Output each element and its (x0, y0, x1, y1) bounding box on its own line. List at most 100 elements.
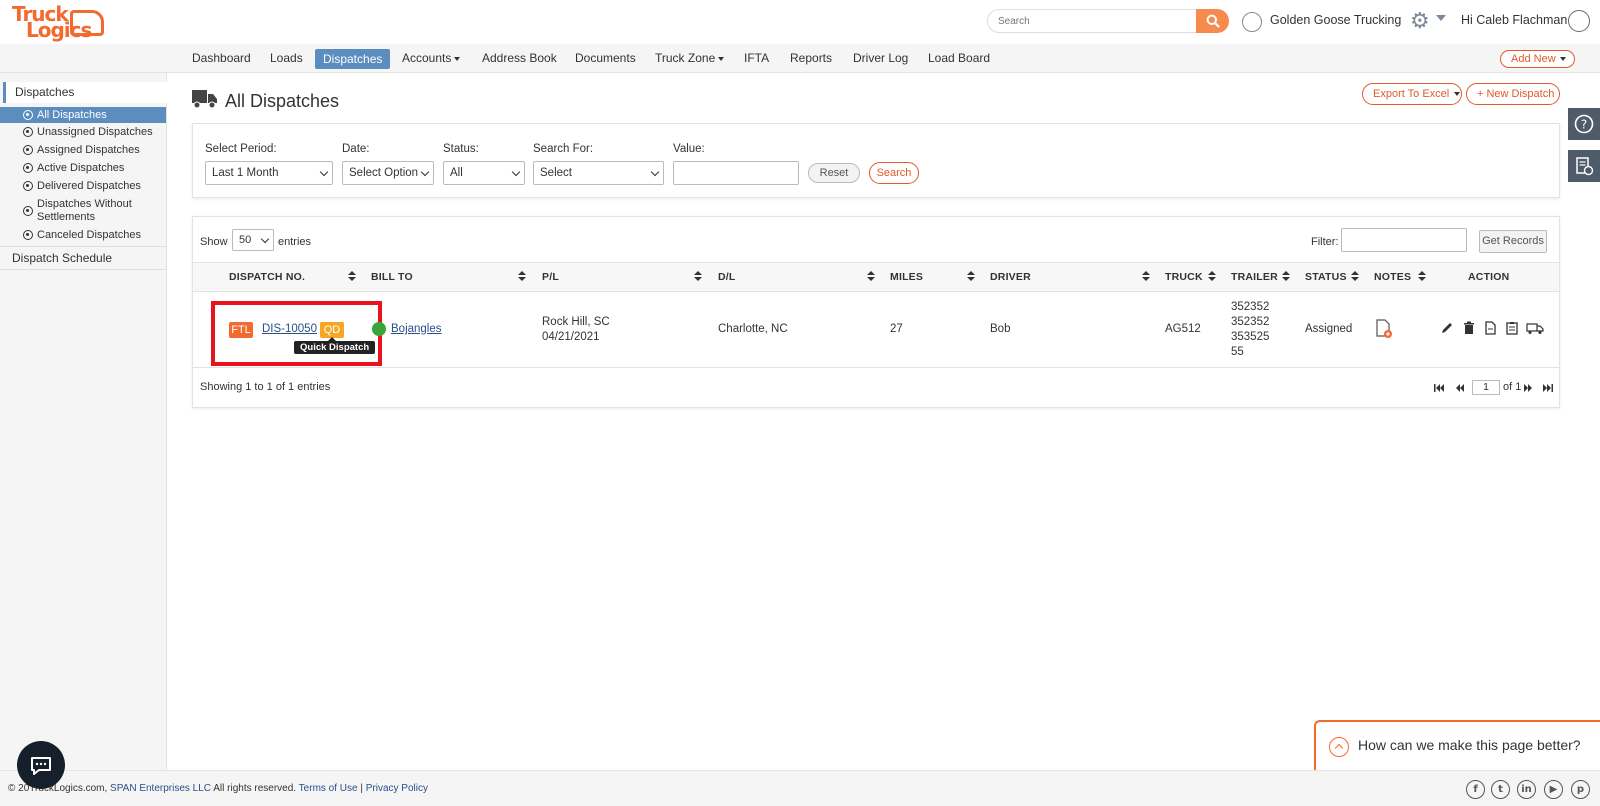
document-icon[interactable] (1483, 321, 1497, 335)
filter-panel: Select Period: Last 1 Month Date: Select… (192, 123, 1560, 198)
table-filter-input[interactable] (1341, 228, 1467, 252)
sidebar-section-dispatches[interactable]: Dispatches (3, 82, 167, 103)
sidebar-item-dispatch-schedule[interactable]: Dispatch Schedule (0, 246, 166, 270)
sidebar-item-assigned[interactable]: Assigned Dispatches (0, 144, 166, 157)
add-note-icon[interactable] (1375, 319, 1393, 339)
user-greeting[interactable]: Hi Caleb Flachman (1461, 13, 1567, 27)
col-pl[interactable]: P/L (542, 271, 559, 283)
global-search (987, 9, 1229, 33)
nav-loads[interactable]: Loads (270, 50, 303, 70)
privacy-link[interactable]: Privacy Policy (366, 783, 428, 794)
entries-select[interactable]: 50 (232, 229, 274, 251)
date-select[interactable]: Select Option (342, 161, 434, 185)
clipboard-icon[interactable] (1505, 321, 1519, 335)
terms-link[interactable]: Terms of Use (299, 783, 358, 794)
search-for-select[interactable]: Select (533, 161, 664, 185)
user-avatar-icon[interactable] (1568, 10, 1590, 32)
dispatch-truck-icon[interactable] (1526, 321, 1544, 335)
search-input[interactable] (987, 9, 1197, 33)
period-select[interactable]: Last 1 Month (205, 161, 333, 185)
col-miles[interactable]: MILES (890, 271, 923, 283)
sort-icon[interactable] (1351, 271, 1359, 283)
trailer-line: 353525 (1231, 331, 1270, 343)
col-dl[interactable]: D/L (718, 271, 736, 283)
edit-icon[interactable] (1440, 321, 1454, 335)
span-enterprises-link[interactable]: SPAN Enterprises LLC (110, 783, 211, 794)
next-page-icon[interactable] (1522, 382, 1534, 394)
sort-icon[interactable] (1142, 271, 1150, 283)
add-new-button[interactable]: Add New (1500, 50, 1575, 68)
feedback-widget[interactable]: How can we make this page better? (1314, 720, 1600, 770)
get-records-button[interactable]: Get Records (1479, 230, 1547, 253)
first-page-icon[interactable] (1433, 382, 1445, 394)
linkedin-icon[interactable]: in (1517, 780, 1536, 799)
help-icon: ? (1574, 114, 1594, 134)
sort-icon[interactable] (967, 271, 975, 283)
nav-dashboard[interactable]: Dashboard (192, 50, 251, 70)
col-notes[interactable]: NOTES (1374, 271, 1411, 283)
sort-icon[interactable] (1282, 271, 1290, 283)
company-building-icon[interactable] (1242, 12, 1262, 32)
gear-icon[interactable]: ⚙ (1410, 10, 1432, 32)
col-bill-to[interactable]: BILL TO (371, 271, 413, 283)
bill-to-link[interactable]: Bojangles (391, 323, 442, 335)
sidebar-item-without-settlements[interactable]: Dispatches Without Settlements (0, 198, 150, 224)
search-filter-button[interactable]: Search (869, 162, 919, 184)
reset-button[interactable]: Reset (808, 163, 860, 183)
sidebar-item-label: Unassigned Dispatches (37, 126, 153, 138)
youtube-icon[interactable]: ▶ (1544, 780, 1563, 799)
date-value: Select Option (349, 167, 419, 179)
gear-dropdown-caret-icon[interactable] (1436, 15, 1446, 21)
sidebar-item-unassigned[interactable]: Unassigned Dispatches (0, 126, 166, 139)
sidebar-item-active[interactable]: Active Dispatches (0, 162, 166, 175)
trash-icon[interactable] (1462, 321, 1476, 335)
sort-icon[interactable] (867, 271, 875, 283)
facebook-icon[interactable]: f (1466, 780, 1485, 799)
caret-down-icon (454, 56, 461, 61)
new-dispatch-button[interactable]: + New Dispatch (1466, 83, 1560, 105)
sidebar-item-delivered[interactable]: Delivered Dispatches (0, 180, 166, 193)
sort-icon[interactable] (518, 271, 526, 283)
twitter-icon[interactable]: t (1491, 780, 1510, 799)
pinterest-icon[interactable]: p (1571, 780, 1590, 799)
filter-label: Filter: (1311, 236, 1339, 248)
nav-dispatches[interactable]: Dispatches (315, 49, 391, 69)
col-driver[interactable]: DRIVER (990, 271, 1031, 283)
nav-accounts[interactable]: Accounts (402, 50, 461, 70)
status-select[interactable]: All (443, 161, 525, 185)
sidebar-item-label: Assigned Dispatches (37, 144, 140, 156)
value-input[interactable] (673, 161, 799, 185)
nav-driver-log[interactable]: Driver Log (853, 50, 908, 70)
circle-dot-icon (23, 163, 33, 173)
col-dispatch-no[interactable]: DISPATCH NO. (229, 271, 305, 283)
search-button[interactable] (1196, 9, 1229, 33)
sort-icon[interactable] (1208, 271, 1216, 283)
sort-icon[interactable] (348, 271, 356, 283)
page-number-input[interactable]: 1 (1472, 380, 1500, 395)
previous-page-icon[interactable] (1454, 382, 1466, 394)
chat-widget-button[interactable] (17, 741, 65, 789)
nav-truck-zone[interactable]: Truck Zone (655, 50, 725, 70)
nav-truck-zone-label: Truck Zone (655, 51, 716, 65)
activity-log-tab[interactable] (1568, 150, 1600, 182)
trucklogics-logo[interactable]: Truck Logics (12, 2, 104, 42)
trailer-line: 352352 (1231, 301, 1270, 313)
company-name[interactable]: Golden Goose Trucking (1270, 13, 1401, 27)
nav-load-board[interactable]: Load Board (928, 50, 990, 70)
nav-reports[interactable]: Reports (790, 50, 832, 70)
nav-ifta[interactable]: IFTA (744, 50, 769, 70)
footer: © 20TruckLogics.com, SPAN Enterprises LL… (0, 770, 1600, 806)
col-status[interactable]: STATUS (1305, 271, 1347, 283)
last-page-icon[interactable] (1542, 382, 1554, 394)
nav-address-book[interactable]: Address Book (482, 50, 557, 70)
export-to-excel-button[interactable]: Export To Excel (1362, 83, 1462, 105)
sort-icon[interactable] (694, 271, 702, 283)
help-tab[interactable]: ? (1568, 108, 1600, 140)
sort-icon[interactable] (1418, 271, 1426, 283)
sidebar-item-all-dispatches[interactable]: All Dispatches (0, 107, 166, 123)
sidebar-item-canceled[interactable]: Canceled Dispatches (0, 229, 166, 242)
col-trailer[interactable]: TRAILER (1231, 271, 1278, 283)
top-header: Truck Logics Golden Goose Trucking ⚙ Hi … (0, 0, 1600, 44)
nav-documents[interactable]: Documents (575, 50, 636, 70)
col-truck[interactable]: TRUCK (1165, 271, 1203, 283)
